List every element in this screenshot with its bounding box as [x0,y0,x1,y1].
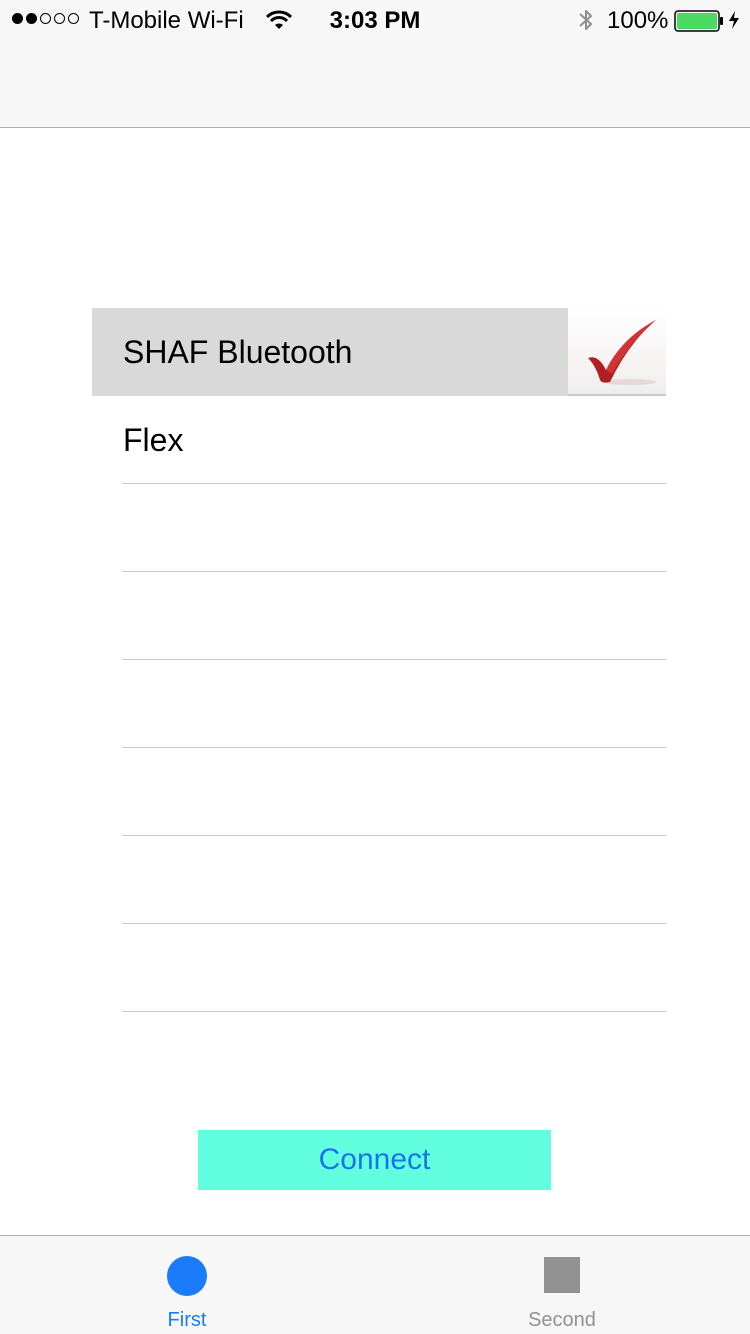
device-row-empty[interactable] [92,572,666,660]
charging-icon [729,11,739,29]
device-row-empty[interactable] [92,836,666,924]
battery-icon [674,10,723,32]
navigation-bar: T-Mobile Wi-Fi 3:03 PM 100% [0,0,750,128]
app-screen: T-Mobile Wi-Fi 3:03 PM 100% SHAF Bluetoo… [0,0,750,1334]
device-row-empty[interactable] [92,484,666,572]
tab-label: Second [528,1309,596,1331]
device-row-empty[interactable] [92,748,666,836]
tab-label: First [167,1309,207,1331]
device-row-shaf-bluetooth[interactable]: SHAF Bluetooth [92,308,666,396]
device-row-empty[interactable] [92,924,666,1012]
connect-button[interactable]: Connect [198,1130,551,1190]
circle-icon [167,1256,207,1296]
device-row-empty[interactable] [92,660,666,748]
checkmark-icon [568,308,666,394]
bluetooth-icon [579,10,592,30]
status-bar: T-Mobile Wi-Fi 3:03 PM 100% [0,0,750,40]
device-row-flex[interactable]: Flex [92,396,666,484]
device-name: Flex [123,422,184,458]
square-icon [544,1257,580,1293]
device-list: SHAF Bluetooth Flex [92,308,666,1012]
device-name: SHAF Bluetooth [123,334,353,370]
row-separator [122,1011,666,1012]
tab-second[interactable]: Second [462,1236,662,1334]
battery-percentage: 100% [607,7,669,34]
tab-bar: First Second [0,1235,750,1334]
tab-first[interactable]: First [87,1236,287,1334]
